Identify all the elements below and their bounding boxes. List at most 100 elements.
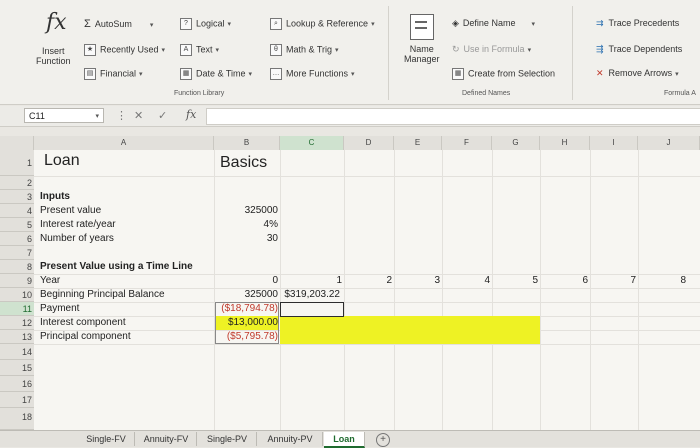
- column-header-d[interactable]: D: [344, 136, 394, 150]
- insert-function-icon[interactable]: fx: [46, 10, 67, 35]
- sheet-tab-single-fv[interactable]: Single-FV: [78, 432, 135, 446]
- row-header[interactable]: 2: [0, 176, 34, 190]
- text-button[interactable]: A Text ▾: [180, 44, 219, 56]
- cell-b10[interactable]: 325000: [214, 288, 278, 302]
- more-functions-button[interactable]: … More Functions ▾: [270, 68, 355, 80]
- column-header-j[interactable]: J: [638, 136, 700, 150]
- cell-a12[interactable]: Interest component: [40, 316, 126, 330]
- gridline: [540, 150, 541, 430]
- chevron-down-icon: ▾: [248, 71, 253, 79]
- cell-i9[interactable]: 7: [590, 274, 636, 288]
- cell-a6[interactable]: Number of years: [40, 232, 114, 246]
- cell-c9[interactable]: 1: [280, 274, 342, 288]
- trace-precedents-label: Trace Precedents: [608, 18, 680, 28]
- row-header[interactable]: 7: [0, 246, 34, 260]
- recently-used-label: Recently Used: [100, 44, 159, 55]
- column-header-b[interactable]: B: [214, 136, 280, 150]
- cell-d9[interactable]: 2: [344, 274, 392, 288]
- remove-arrows-button[interactable]: ✕ Remove Arrows ▾: [596, 68, 679, 79]
- more-options-icon: ⋮: [116, 110, 127, 122]
- date-time-button[interactable]: ▦ Date & Time ▾: [180, 68, 252, 80]
- column-header-f[interactable]: F: [442, 136, 492, 150]
- row-header[interactable]: 13: [0, 330, 34, 344]
- autosum-button[interactable]: Σ AutoSum ▾: [84, 18, 153, 30]
- define-name-button[interactable]: ◈ Define Name ▾: [452, 18, 535, 29]
- cell-c10[interactable]: $319,203.22: [280, 288, 340, 302]
- cell-b12[interactable]: $13,000.00: [214, 316, 278, 330]
- cell-b5[interactable]: 4%: [214, 218, 278, 232]
- name-manager-button[interactable]: Name Manager: [404, 44, 440, 64]
- column-header-i[interactable]: I: [590, 136, 638, 150]
- row-header[interactable]: 12: [0, 316, 34, 330]
- insert-function-icon[interactable]: fx: [186, 108, 196, 121]
- trace-dependents-button[interactable]: ⇶ Trace Dependents: [596, 44, 682, 55]
- cell-b6[interactable]: 30: [214, 232, 278, 246]
- row-header[interactable]: 17: [0, 392, 34, 408]
- insert-function-button[interactable]: Insert Function: [36, 46, 71, 66]
- cell-a8[interactable]: Present Value using a Time Line: [40, 260, 193, 274]
- add-sheet-icon[interactable]: +: [376, 433, 390, 447]
- row-header[interactable]: 8: [0, 260, 34, 274]
- column-header-g[interactable]: G: [492, 136, 540, 150]
- sheet-tab-single-pv[interactable]: Single-PV: [198, 432, 257, 446]
- gridline: [34, 176, 700, 177]
- cell-a13[interactable]: Principal component: [40, 330, 131, 344]
- cell-a4[interactable]: Present value: [40, 204, 101, 218]
- worksheet-grid[interactable]: 1 2 3 4 5 6 7 8 9 10 11 12 13 14 15 16 1…: [0, 150, 700, 430]
- cell-b13[interactable]: ($5,795.78): [214, 330, 278, 344]
- ribbon: fx Insert Function Σ AutoSum ▾ ★ Recently U…: [0, 0, 700, 105]
- enter-checkmark-icon[interactable]: ✓: [158, 109, 167, 122]
- column-header-h[interactable]: H: [540, 136, 590, 150]
- column-header-a[interactable]: A: [34, 136, 214, 150]
- math-trig-button[interactable]: θ Math & Trig ▾: [270, 44, 339, 56]
- row-header[interactable]: 6: [0, 232, 34, 246]
- lookup-reference-button[interactable]: ⌕ Lookup & Reference ▾: [270, 18, 375, 30]
- gridline: [638, 150, 639, 430]
- name-manager-icon[interactable]: [410, 14, 434, 40]
- use-in-formula-button[interactable]: ↻ Use in Formula ▾: [452, 44, 531, 55]
- logical-button[interactable]: ? Logical ▾: [180, 18, 231, 30]
- row-header[interactable]: 10: [0, 288, 34, 302]
- cell-a1[interactable]: Loan: [44, 153, 80, 169]
- row-header[interactable]: 3: [0, 190, 34, 204]
- selected-cell-c11[interactable]: [280, 302, 344, 317]
- name-box[interactable]: C11 ▾: [24, 108, 104, 123]
- cell-b4[interactable]: 325000: [214, 204, 278, 218]
- select-all-corner[interactable]: [0, 136, 34, 150]
- autosum-label: AutoSum: [94, 19, 132, 29]
- create-from-selection-button[interactable]: ▦ Create from Selection: [452, 68, 555, 80]
- row-header[interactable]: 5: [0, 218, 34, 232]
- column-header-e[interactable]: E: [394, 136, 442, 150]
- cell-g9[interactable]: 5: [492, 274, 538, 288]
- row-header[interactable]: 1: [0, 150, 34, 176]
- row-header[interactable]: 14: [0, 344, 34, 360]
- cell-f9[interactable]: 4: [442, 274, 490, 288]
- cell-a5[interactable]: Interest rate/year: [40, 218, 116, 232]
- cell-b11[interactable]: ($18,794.78): [214, 302, 278, 316]
- cell-h9[interactable]: 6: [540, 274, 588, 288]
- sheet-tab-annuity-pv[interactable]: Annuity-PV: [258, 432, 323, 446]
- cell-b9[interactable]: 0: [214, 274, 278, 288]
- cell-e9[interactable]: 3: [394, 274, 440, 288]
- cell-j9[interactable]: 8: [638, 274, 686, 288]
- cell-a3[interactable]: Inputs: [40, 190, 70, 204]
- recently-used-button[interactable]: ★ Recently Used ▾: [84, 44, 165, 56]
- cell-a11[interactable]: Payment: [40, 302, 79, 316]
- logical-label: Logical: [196, 18, 225, 29]
- cancel-icon[interactable]: ✕: [134, 109, 143, 122]
- trace-precedents-button[interactable]: ⇉ Trace Precedents: [596, 18, 679, 29]
- more-functions-label: More Functions: [286, 68, 349, 79]
- cell-a9[interactable]: Year: [40, 274, 60, 288]
- column-header-c[interactable]: C: [280, 136, 344, 150]
- row-header[interactable]: 18: [0, 408, 34, 430]
- row-header[interactable]: 11: [0, 302, 34, 316]
- sheet-tab-annuity-fv[interactable]: Annuity-FV: [136, 432, 197, 446]
- row-header[interactable]: 15: [0, 360, 34, 376]
- row-header[interactable]: 16: [0, 376, 34, 392]
- row-header[interactable]: 9: [0, 274, 34, 288]
- cell-b1[interactable]: Basics: [220, 155, 267, 171]
- financial-button[interactable]: ▤ Financial ▾: [84, 68, 143, 80]
- cell-a10[interactable]: Beginning Principal Balance: [40, 288, 165, 302]
- row-header[interactable]: 4: [0, 204, 34, 218]
- formula-input[interactable]: [206, 108, 700, 125]
